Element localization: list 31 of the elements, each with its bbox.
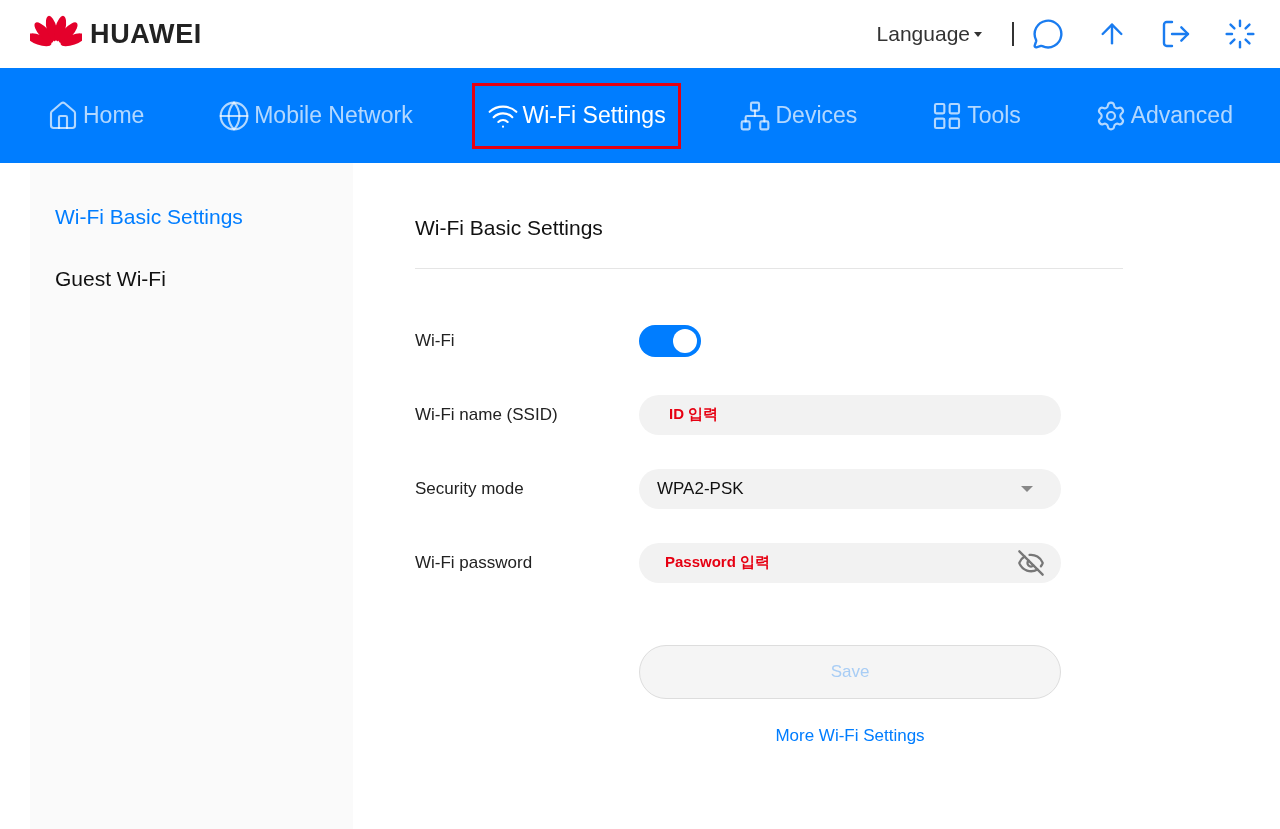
security-dropdown[interactable]: WPA2-PSK <box>639 468 1061 509</box>
home-icon <box>47 99 79 132</box>
field-label: Wi-Fi <box>415 329 456 352</box>
sidebar-item[interactable]: Guest Wi-Fi <box>55 262 166 294</box>
logout-icon[interactable] <box>1160 18 1192 50</box>
wifi-toggle[interactable] <box>639 324 701 357</box>
language-dropdown[interactable]: Language <box>876 18 982 50</box>
nav-tab[interactable]: Home <box>32 82 160 149</box>
nav-tab[interactable]: Wi-Fi Settings <box>471 82 681 149</box>
password-input[interactable]: Password 입력 <box>639 542 1061 583</box>
more-settings-link[interactable]: More Wi-Fi Settings <box>775 722 925 748</box>
caret-icon <box>1021 485 1033 492</box>
input-value: ID 입력 <box>669 404 719 425</box>
nav-tab[interactable]: Mobile Network <box>203 82 428 149</box>
input-value: Password 입력 <box>665 552 771 573</box>
network-icon <box>739 99 772 132</box>
message-icon[interactable] <box>1032 18 1064 50</box>
eye-off-icon[interactable] <box>1017 548 1045 577</box>
nav-tab[interactable]: Tools <box>916 82 1036 149</box>
section-title: Wi-Fi Basic Settings <box>415 215 604 241</box>
ssid-input[interactable]: ID 입력 <box>639 394 1061 435</box>
globe-icon <box>218 99 251 132</box>
loading-icon <box>1224 18 1256 50</box>
sidebar-item[interactable]: Wi-Fi Basic Settings <box>55 201 243 233</box>
nav-tab[interactable]: Devices <box>724 82 873 149</box>
nav-tab[interactable]: Advanced <box>1079 82 1248 149</box>
brand-name: HUAWEI <box>90 17 203 51</box>
caret-icon <box>974 31 982 37</box>
field-label: Wi-Fi name (SSID) <box>415 403 559 426</box>
field-label: Wi-Fi password <box>415 551 534 574</box>
field-label: Security mode <box>415 477 525 500</box>
